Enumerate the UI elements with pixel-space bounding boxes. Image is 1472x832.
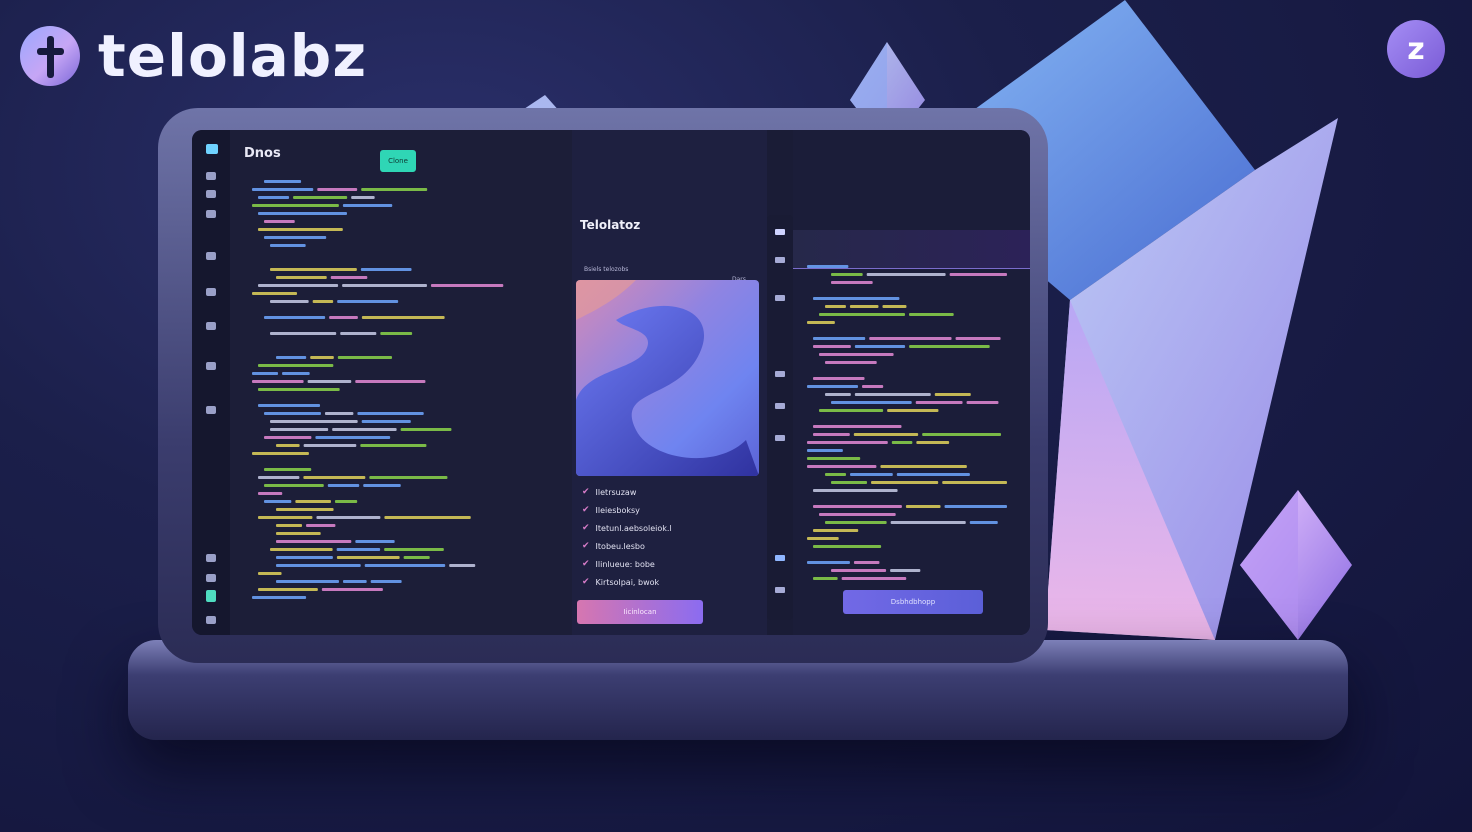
rail-icon-6[interactable] (206, 322, 216, 330)
plus-logo-icon (20, 26, 80, 86)
checklist-item[interactable]: ✔ Itobeu.lesbo (582, 540, 645, 552)
checklist-item[interactable]: ✔ Ilinlueue: bobe (582, 558, 655, 570)
center-panel: Telolatoz Bsiels telozobs Dars ✔Iletrsuz… (572, 130, 767, 635)
tool-icon-1[interactable] (775, 257, 785, 263)
rail-icon-9[interactable] (206, 554, 216, 562)
checklist-label: Itobeu.lesbo (595, 541, 645, 551)
rail-icon-10[interactable] (206, 574, 216, 582)
rail-icon-active[interactable] (206, 590, 216, 602)
left-icon-rail (192, 130, 230, 635)
checklist-label: Iletrsuzaw (595, 487, 637, 497)
rail-icon-2[interactable] (206, 190, 216, 198)
wave-artwork (576, 280, 759, 476)
corner-badge: z (1387, 20, 1445, 78)
checklist-item[interactable]: ✔ Kirtsolpai, bwok (582, 576, 659, 588)
checklist-item[interactable]: ✔ Itetunl.aebsoleiok.l (582, 522, 672, 534)
star-icon[interactable] (775, 229, 785, 235)
check-icon: ✔ (582, 577, 590, 587)
checklist-label: Kirtsolpai, bwok (595, 577, 660, 587)
tool-icon-3[interactable] (775, 371, 785, 377)
checklist-label: Ileiesboksy (595, 505, 640, 515)
code-editor-right[interactable]: Dsbhdbhopp (793, 130, 1030, 635)
rail-icon-1[interactable] (206, 172, 216, 180)
brand-name: telolabz (98, 22, 368, 90)
code-editor-left[interactable] (230, 130, 572, 635)
rail-icon-7[interactable] (206, 362, 216, 370)
checklist-label: Ilinlueue: bobe (595, 559, 655, 569)
device-screen: Dnos Clone Telolatoz Bsiels telozobs Dar… (192, 130, 1030, 635)
zigzag-app-icon[interactable] (206, 144, 218, 154)
rail-icon-8[interactable] (206, 406, 216, 414)
check-icon: ✔ (582, 541, 590, 551)
rail-icon-5[interactable] (206, 288, 216, 296)
rail-icon-4[interactable] (206, 252, 216, 260)
clone-button[interactable]: Clone (380, 150, 416, 172)
checklist-item[interactable]: ✔ Ileiesboksy (582, 504, 640, 516)
tool-icon-4[interactable] (775, 403, 785, 409)
middle-tool-strip (767, 215, 793, 620)
rail-icon-11[interactable] (206, 616, 216, 624)
checklist-label: Itetunl.aebsoleiok.l (595, 523, 672, 533)
right-panel-header (793, 230, 1030, 269)
check-icon: ✔ (582, 505, 590, 515)
center-action-button[interactable]: Iicinlocan (577, 600, 703, 624)
tool-icon-7[interactable] (775, 587, 785, 593)
center-subtitle: Bsiels telozobs (584, 266, 629, 273)
center-title: Telolatoz (580, 218, 641, 232)
tool-icon-5[interactable] (775, 435, 785, 441)
right-action-button[interactable]: Dsbhdbhopp (843, 590, 983, 614)
check-icon: ✔ (582, 487, 590, 497)
tool-icon-2[interactable] (775, 295, 785, 301)
brand: telolabz (20, 22, 367, 90)
app-title: Dnos (244, 146, 281, 161)
tool-icon-6[interactable] (775, 555, 785, 561)
check-icon: ✔ (582, 523, 590, 533)
rail-icon-3[interactable] (206, 210, 216, 218)
check-icon: ✔ (582, 559, 590, 569)
hero-artwork (576, 280, 759, 476)
checklist-item[interactable]: ✔ Iletrsuzaw (582, 486, 636, 498)
gem-bottom-facet (1240, 490, 1298, 640)
